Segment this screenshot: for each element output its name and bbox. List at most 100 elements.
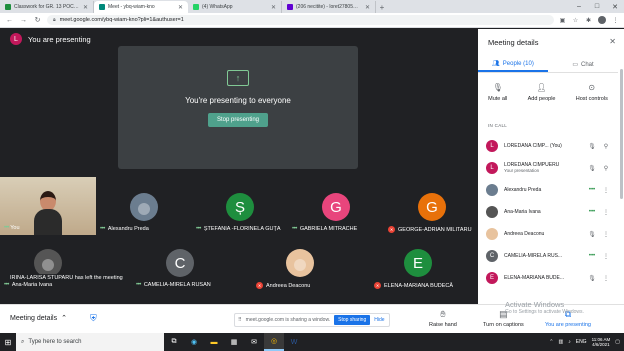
stop-sharing-button[interactable]: Stop sharing <box>334 315 371 325</box>
tab-people[interactable]: 👥︎ People (10) <box>478 57 548 72</box>
mail-icon[interactable]: ✉ <box>244 333 264 351</box>
system-tray: ⌃ ▥ ♪ ENG 11:06 AM 4/6/2021 ▢ <box>549 333 620 351</box>
participant-name: CAMELIA-MIRELA RUSAN <box>143 282 211 288</box>
participant-name: CAMELIA-MIRELA RUS... <box>504 253 563 259</box>
meet-stage: L You are presenting ↑ You're presenting… <box>0 29 478 304</box>
browser-tab[interactable]: (206 necitite) - loret27805@yah ✕ <box>282 1 376 13</box>
chrome-icon[interactable]: ◎ <box>264 333 284 351</box>
stop-presenting-button[interactable]: Stop presenting <box>207 113 269 127</box>
pin-icon[interactable]: ⚲ <box>602 143 610 150</box>
participant-name: LOREDANA CIMPUERU Your presentation <box>504 162 560 174</box>
maximize-button[interactable]: □ <box>588 0 606 13</box>
self-video-tile[interactable]: ••• You <box>0 177 96 235</box>
close-window-button[interactable]: ✕ <box>606 0 624 13</box>
tab-close-icon[interactable]: ✕ <box>271 4 276 11</box>
clock[interactable]: 11:06 AM 4/6/2021 <box>592 337 611 348</box>
drag-handle-icon[interactable]: ⠿ <box>238 317 242 323</box>
tab-title: (206 necitite) - loret27805@yah <box>296 4 362 10</box>
hide-button[interactable]: Hide <box>374 317 384 323</box>
extension-icon[interactable]: ✱ <box>585 17 592 24</box>
word-icon[interactable]: W <box>284 333 304 351</box>
volume-icon[interactable]: ♪ <box>568 339 571 345</box>
add-person-icon: 👤︎ <box>536 82 547 92</box>
mic-off-icon[interactable]: 🎙︎ <box>588 231 596 238</box>
browser-tab[interactable]: Classwork for GR. 13 POCU/375/ ✕ <box>0 1 94 13</box>
camera-icon[interactable]: ▣ <box>559 17 566 24</box>
audio-level-icon[interactable]: ••• <box>588 209 596 215</box>
participant-tile[interactable]: ••• Ana-Maria Ivana <box>0 235 96 305</box>
star-icon[interactable]: ☆ <box>572 17 579 24</box>
edge-icon[interactable]: ◉ <box>184 333 204 351</box>
audio-level-icon[interactable]: ••• <box>588 187 596 193</box>
url-field[interactable]: 🔒︎ meet.google.com/ybq-wiam-kno?pli=1&au… <box>47 15 554 25</box>
participant-row[interactable]: Alexandru Preda ••• ⋮ <box>478 179 618 201</box>
mic-off-icon: ✕ <box>256 282 263 289</box>
participant-avatar <box>486 184 498 196</box>
participant-row[interactable]: C CAMELIA-MIRELA RUS... ••• ⋮ <box>478 245 618 267</box>
tab-chat[interactable]: ▭ Chat <box>548 57 618 72</box>
close-panel-icon[interactable]: ✕ <box>609 37 616 46</box>
tab-close-icon[interactable]: ✕ <box>178 4 183 11</box>
audio-level-icon: ••• <box>136 282 141 288</box>
panel-scrollbar[interactable] <box>620 69 623 199</box>
participant-tile[interactable]: E ✕ ELENA-MARIANA BUDECĂ <box>370 235 466 305</box>
notifications-icon[interactable]: ▢ <box>615 339 620 345</box>
tray-chevron-icon[interactable]: ⌃ <box>549 339 553 345</box>
participant-avatar: C <box>486 250 498 262</box>
participant-name: ELENA-MARIANA BUDECĂ <box>384 282 454 289</box>
participant-avatar <box>130 193 158 221</box>
more-options-icon[interactable]: ⋮ <box>602 209 610 216</box>
hand-icon: ✋︎ <box>440 309 446 319</box>
participant-row[interactable]: Ana-Maria Ivana ••• ⋮ <box>478 201 618 223</box>
language-indicator[interactable]: ENG <box>576 339 587 345</box>
reload-icon[interactable]: ↻ <box>33 16 42 24</box>
add-people-button[interactable]: 👤︎ Add people <box>528 81 556 103</box>
mic-off-icon: 🎙︎ <box>492 82 503 92</box>
mic-off-icon[interactable]: 🎙︎ <box>588 275 596 282</box>
more-options-icon[interactable]: ⋮ <box>602 253 610 260</box>
participant-row[interactable]: L LOREDANA CIMP... (You) 🎙︎ ⚲ <box>478 135 618 157</box>
network-icon[interactable]: ▥ <box>559 339 564 345</box>
participant-tile-label: ••• ȘTEFANIA -FLORINELA GUȚĂ <box>192 226 288 232</box>
participant-tile[interactable]: C ••• CAMELIA-MIRELA RUSAN <box>132 235 228 305</box>
windows-start-icon[interactable]: ⊞ <box>0 333 16 351</box>
profile-avatar[interactable] <box>598 16 606 24</box>
tab-title: Meet - ybq-wiam-kno <box>108 4 155 10</box>
taskbar-search[interactable]: ⌕ Type here to search <box>16 333 164 351</box>
participant-row[interactable]: Andreea Deaconu 🎙︎ ⋮ <box>478 223 618 245</box>
shield-icon[interactable]: ⛨ <box>90 313 100 324</box>
participant-left-toast: IRINA-LARISA STUPARU has left the meetin… <box>8 274 125 282</box>
mic-off-icon[interactable]: 🎙︎ <box>588 143 596 150</box>
more-options-icon[interactable]: ⋮ <box>602 187 610 194</box>
minimize-button[interactable]: – <box>570 0 588 13</box>
participant-row[interactable]: L LOREDANA CIMPUERU Your presentation 🎙︎ ⚲ <box>478 157 618 179</box>
more-options-icon[interactable]: ⋮ <box>602 275 610 282</box>
task-view-icon[interactable]: ⧉ <box>164 333 184 351</box>
raise-hand-button[interactable]: ✋︎ Raise hand <box>429 309 457 328</box>
mute-all-button[interactable]: 🎙︎ Mute all <box>488 81 507 103</box>
tab-close-icon[interactable]: ✕ <box>365 4 370 11</box>
menu-dots-icon[interactable]: ⋮ <box>612 17 619 24</box>
tab-close-icon[interactable]: ✕ <box>83 4 88 11</box>
back-icon[interactable]: ← <box>5 17 14 24</box>
browser-tab[interactable]: Meet - ybq-wiam-kno ✕ <box>94 1 188 13</box>
store-icon[interactable]: ▦ <box>224 333 244 351</box>
file-explorer-icon[interactable]: ▬ <box>204 333 224 351</box>
panel-tabs: 👥︎ People (10) ▭ Chat <box>478 57 618 73</box>
pin-icon[interactable]: ⚲ <box>602 165 610 172</box>
windows-taskbar: ⊞ ⌕ Type here to search ⧉ ◉ ▬ ▦ ✉ ◎ W ⌃ … <box>0 333 624 351</box>
audio-level-icon[interactable]: ••• <box>588 253 596 259</box>
new-tab-button[interactable]: + <box>376 1 388 13</box>
participant-row[interactable]: E ELENA-MARIANA BUDE... 🎙︎ ⋮ <box>478 267 618 289</box>
mic-off-icon[interactable]: 🎙︎ <box>588 165 596 172</box>
participant-tile-label: ••• GABRIELA MITRACHE <box>288 226 384 232</box>
participant-avatar: E <box>486 272 498 284</box>
presentation-placeholder: ↑ You're presenting to everyone Stop pre… <box>118 46 358 169</box>
forward-icon[interactable]: → <box>19 17 28 24</box>
browser-tab[interactable]: (4) WhatsApp ✕ <box>188 1 282 13</box>
participant-tile[interactable]: ✕ Andreea Deaconu <box>252 235 348 305</box>
more-options-icon[interactable]: ⋮ <box>602 231 610 238</box>
meeting-details-button[interactable]: Meeting details ⌃ <box>10 314 67 323</box>
presenting-label: You are presenting <box>28 34 91 44</box>
host-controls-button[interactable]: ⊙ Host controls <box>576 81 608 103</box>
